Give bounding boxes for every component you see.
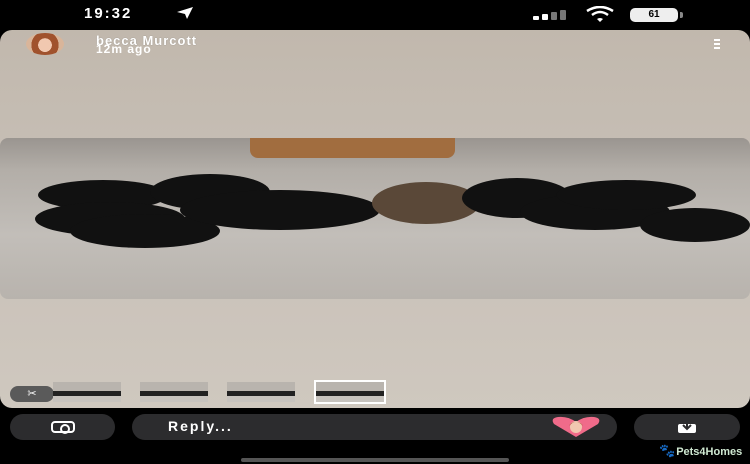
heart-avatar-icon[interactable] <box>548 416 604 438</box>
reply-input[interactable]: Reply... <box>132 414 617 440</box>
photo-wood-background <box>250 138 455 158</box>
camera-button[interactable] <box>10 414 115 440</box>
watermark: 🐾Pets4Homes <box>659 443 742 459</box>
signal-icon <box>533 8 571 20</box>
battery-icon: 61 <box>630 8 683 22</box>
story-card[interactable]: becca Murcott 12m ago ✂ <box>0 30 750 408</box>
story-thumbnail[interactable] <box>227 382 295 402</box>
status-bar: 19:32 61 <box>0 0 750 30</box>
status-time: 19:32 <box>84 5 133 22</box>
camera-icon <box>51 421 75 434</box>
story-post-time: 12m ago <box>96 42 152 56</box>
story-thumbnail[interactable] <box>140 382 208 402</box>
puppy <box>180 190 380 230</box>
home-indicator <box>241 458 509 462</box>
puppy <box>640 208 750 242</box>
reply-placeholder: Reply... <box>168 418 233 434</box>
story-thumbnail[interactable] <box>53 382 121 402</box>
story-thumbnail-selected[interactable] <box>314 380 386 404</box>
share-icon <box>678 420 696 433</box>
wifi-icon <box>586 6 614 22</box>
watermark-text: Pets4Homes <box>676 446 743 458</box>
share-button[interactable] <box>634 414 740 440</box>
location-arrow-icon <box>177 7 193 19</box>
avatar[interactable] <box>26 33 64 55</box>
puppy <box>556 180 696 210</box>
story-thumbnail-strip: ✂ <box>10 380 390 404</box>
scissors-icon[interactable]: ✂ <box>10 386 54 402</box>
reply-bar: Reply... <box>0 414 750 442</box>
more-vertical-icon[interactable] <box>712 37 722 51</box>
paw-icon: 🐾 <box>659 443 676 458</box>
story-photo <box>0 138 750 299</box>
